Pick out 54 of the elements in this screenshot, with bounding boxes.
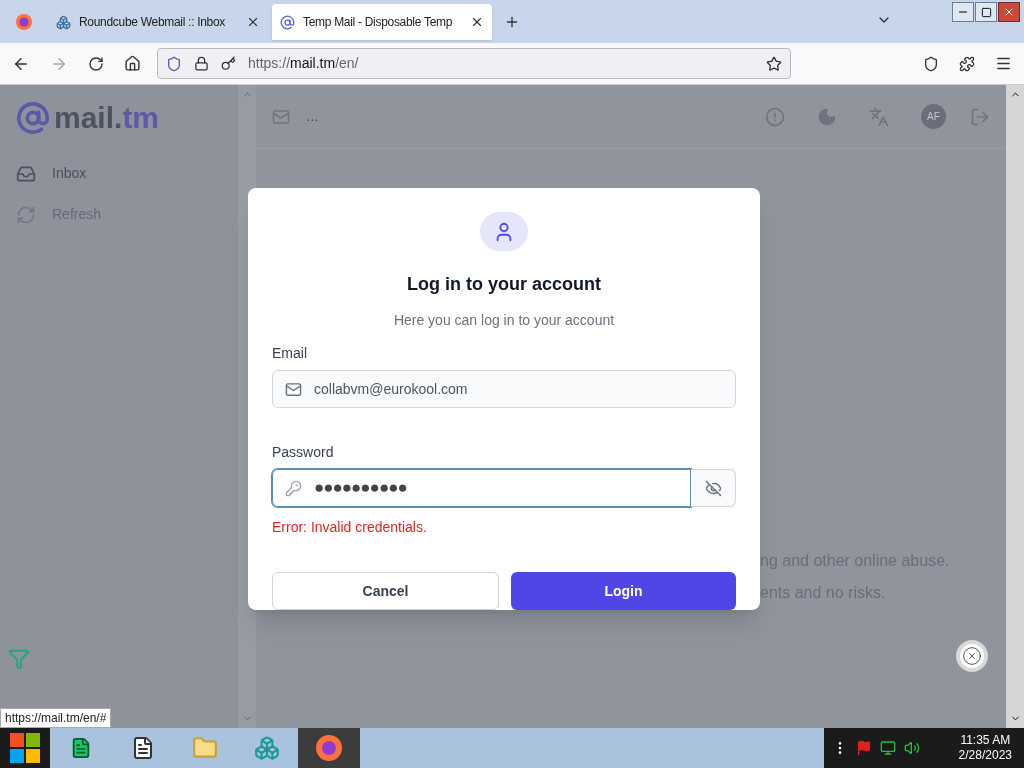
tab-title: Roundcube Webmail :: Inbox: [79, 14, 227, 31]
password-field[interactable]: ●●●●●●●●●●: [272, 469, 691, 507]
logo-icon: [16, 101, 50, 135]
password-value: ●●●●●●●●●●: [314, 477, 408, 500]
close-icon[interactable]: [470, 15, 484, 29]
dialog-subtitle: Here you can log in to your account: [393, 311, 615, 330]
close-icon[interactable]: [246, 15, 260, 29]
close-window-button[interactable]: [998, 2, 1020, 22]
restore-icon: [980, 6, 992, 18]
cube-icon: [56, 14, 71, 30]
reload-icon[interactable]: [88, 55, 104, 72]
network-icon[interactable]: [880, 740, 896, 756]
address-bar[interactable]: https://mail.tm/en/: [157, 48, 791, 79]
volume-icon[interactable]: [904, 740, 920, 756]
toggle-visibility-button[interactable]: [691, 469, 736, 507]
menu-icon[interactable]: [995, 55, 1012, 72]
mail-icon: [285, 380, 302, 398]
windows-logo-icon: [9, 732, 41, 764]
dismiss-button[interactable]: [956, 640, 988, 672]
clock-date: 2/28/2023: [958, 748, 1012, 763]
login-button[interactable]: Login: [511, 572, 736, 610]
refresh-icon: [16, 204, 36, 225]
shield-icon: [166, 55, 182, 72]
password-label: Password: [272, 443, 335, 462]
tab-title: Temp Mail - Disposable Temp: [303, 14, 454, 31]
browser-tab[interactable]: Roundcube Webmail :: Inbox: [48, 4, 268, 40]
bookmark-star-icon[interactable]: [766, 55, 782, 72]
user-icon: [480, 212, 528, 251]
restore-button[interactable]: [975, 2, 997, 22]
cancel-button[interactable]: Cancel: [272, 572, 499, 610]
dialog-title: Log in to your account: [407, 273, 601, 296]
close-icon: [1003, 6, 1015, 18]
new-tab-icon[interactable]: [504, 14, 520, 30]
error-message: Error: Invalid credentials.: [272, 518, 428, 537]
eye-off-icon: [704, 479, 722, 497]
url-text: https://mail.tm/en/: [248, 54, 360, 73]
key-icon: [285, 479, 302, 497]
minimize-button[interactable]: [952, 2, 974, 22]
email-label: Email: [272, 344, 308, 363]
browser-tab[interactable]: Temp Mail - Disposable Temp: [272, 4, 492, 40]
start-button[interactable]: [0, 728, 50, 768]
email-value: collabvm@eurokool.com: [314, 379, 469, 399]
at-sign-icon: [280, 14, 295, 30]
clock-time: 11:35 AM: [960, 733, 1011, 748]
extensions-icon[interactable]: [959, 55, 975, 72]
home-icon[interactable]: [124, 55, 141, 72]
mail-icon: [272, 107, 290, 126]
email-field[interactable]: collabvm@eurokool.com: [272, 370, 736, 408]
key-icon: [221, 56, 236, 71]
address-text: ...: [306, 106, 319, 127]
logo-text: mail.tm: [54, 103, 160, 133]
close-icon: [962, 646, 982, 666]
lock-icon: [194, 56, 209, 71]
flag-icon[interactable]: [856, 740, 872, 756]
